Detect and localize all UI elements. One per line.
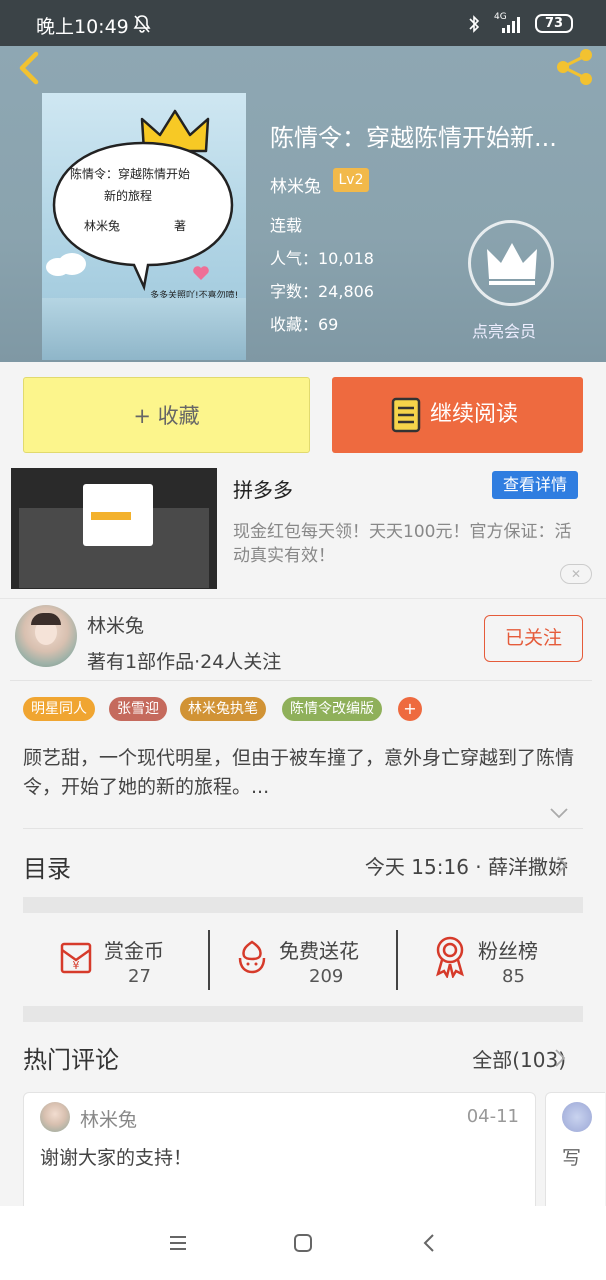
back-nav-icon[interactable] [422, 1232, 436, 1254]
vip-label[interactable]: 点亮会员 [472, 318, 536, 342]
system-nav-bar [0, 1206, 606, 1280]
book-favorites: 收藏：69 [270, 315, 339, 334]
collect-button[interactable]: + 收藏 [23, 377, 310, 453]
vip-button[interactable] [468, 220, 554, 306]
heart-icon [193, 266, 209, 280]
ad-close-button[interactable]: ✕ [560, 564, 592, 584]
stat-reward-value: 27 [128, 966, 151, 987]
section-divider [23, 1006, 583, 1022]
battery-level: 73 [544, 16, 564, 31]
toc-title[interactable]: 目录 [23, 849, 71, 884]
author-name[interactable]: 林米兔 [87, 611, 144, 638]
stat-divider [208, 930, 210, 990]
comment-date: 04-11 [466, 1106, 519, 1127]
mute-bell-icon [133, 15, 151, 33]
book-description[interactable]: 顾艺甜，一个现代明星，但由于被车撞了，意外身亡穿越到了陈情令，开始了她的新的旅程… [23, 744, 583, 802]
signal-icon [502, 17, 520, 33]
ad-description[interactable]: 现金红包每天领！天天100元！官方保证：活动真实有效！ [233, 520, 573, 568]
expand-chevron-icon[interactable] [549, 806, 569, 820]
reward-coin-icon[interactable]: ¥ [56, 936, 96, 976]
stat-divider [396, 930, 398, 990]
avatar-hair [31, 613, 61, 625]
cover-author-suffix: 著 [174, 219, 187, 233]
stat-reward-label[interactable]: 赏金币 [104, 935, 164, 964]
follow-button[interactable]: 已关注 [484, 615, 583, 662]
home-icon[interactable] [293, 1233, 313, 1253]
tag-item[interactable]: 张雪迎 [109, 697, 167, 721]
svg-text:¥: ¥ [73, 959, 80, 972]
comment-card[interactable]: 林米兔 04-11 谢谢大家的支持！ [23, 1092, 536, 1222]
continue-reading-button[interactable]: 继续阅读 [332, 377, 583, 453]
ad-details-button[interactable]: 查看详情 [492, 471, 578, 499]
chevron-right-icon[interactable] [553, 1047, 567, 1069]
ad-popup-coins [91, 512, 131, 520]
status-bar: 晚上10:49 4G 73 [0, 0, 606, 46]
cover-title-line2: 新的旅程 [104, 189, 153, 203]
book-cover[interactable]: 陈情令：穿越陈情开始 新的旅程 林米兔 著 多多关照吖!不喜勿喷! [42, 93, 246, 360]
menu-icon[interactable] [168, 1234, 188, 1252]
comment-author[interactable]: 林米兔 [80, 1105, 137, 1132]
status-time: 晚上10:49 [36, 16, 129, 38]
comment-avatar [40, 1102, 70, 1132]
section-bg-author [0, 598, 606, 599]
comment-text: 谢谢大家的支持！ [40, 1147, 193, 1169]
tag-item[interactable]: 陈情令改编版 [282, 697, 382, 721]
cover-author: 林米兔 [84, 219, 121, 233]
book-word-count: 字数：24,806 [270, 282, 374, 301]
toc-latest-chapter[interactable]: 今天 15:16 · 薛洋撒娇 [365, 851, 568, 880]
book-icon [391, 397, 421, 433]
tag-item[interactable]: 明星同人 [23, 697, 95, 721]
section-divider [23, 897, 583, 913]
stat-flower-label[interactable]: 免费送花 [279, 935, 359, 964]
continue-reading-label: 继续阅读 [430, 402, 519, 427]
flower-icon[interactable] [232, 936, 272, 976]
vip-crown-icon [487, 243, 537, 285]
divider-line [10, 680, 592, 681]
stat-flower-value: 209 [309, 966, 344, 987]
cover-title-line1: 陈情令：穿越陈情开始 [70, 167, 191, 181]
stat-fans-label[interactable]: 粉丝榜 [478, 935, 538, 964]
book-title: 陈情令：穿越陈情开始新... [270, 124, 557, 152]
all-comments-link[interactable]: 全部(103) [472, 1044, 566, 1073]
chevron-right-icon[interactable] [555, 854, 569, 876]
stat-fans-value: 85 [502, 966, 525, 987]
comment-card[interactable]: 写 [545, 1092, 605, 1222]
cover-floor [42, 298, 246, 360]
ad-title[interactable]: 拼多多 [233, 474, 293, 503]
add-tag-button[interactable]: + [398, 697, 422, 721]
author-stats: 著有1部作品·24人关注 [87, 651, 282, 673]
book-status: 连载 [270, 216, 303, 235]
book-author[interactable]: 林米兔 [270, 172, 321, 197]
back-icon[interactable] [14, 50, 44, 86]
share-icon[interactable] [553, 47, 597, 87]
comment-avatar [562, 1102, 592, 1132]
bluetooth-icon [469, 15, 480, 33]
avatar[interactable] [15, 605, 77, 667]
tag-item[interactable]: 林米兔执笔 [180, 697, 266, 721]
cloud-decoration [46, 253, 86, 276]
ad-image[interactable] [11, 468, 217, 589]
book-popularity: 人气：10,018 [270, 249, 374, 268]
comment-text: 写 [562, 1147, 582, 1169]
battery-icon: 73 [535, 14, 573, 33]
author-level-badge: Lv2 [333, 168, 369, 192]
hot-comments-title: 热门评论 [23, 1046, 119, 1074]
fan-ranking-icon[interactable] [430, 934, 470, 978]
divider-line [23, 828, 583, 829]
